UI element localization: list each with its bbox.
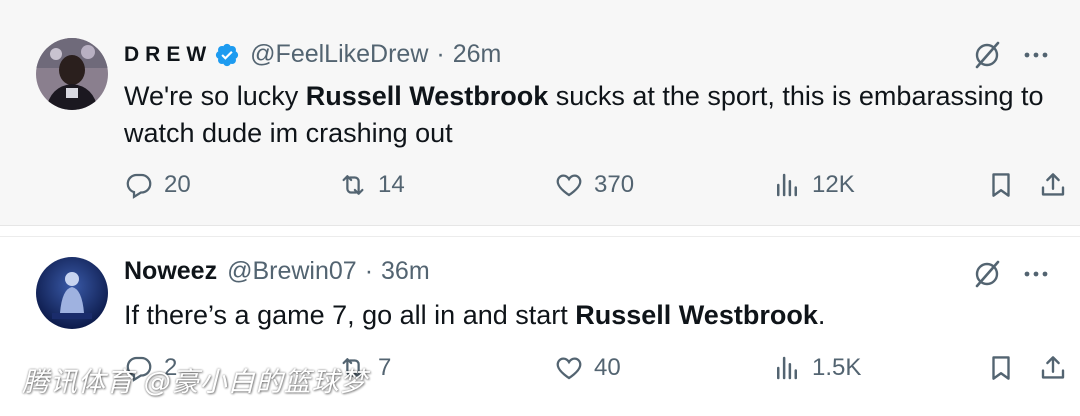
views-icon <box>777 173 797 197</box>
separator-dot: · <box>364 257 374 285</box>
verified-badge-icon <box>216 43 239 66</box>
tweet-card[interactable]: DREW @FeelLikeDrew · 26m We're so lucky … <box>0 0 1080 226</box>
tweet-text-part: We're so lucky <box>124 81 306 111</box>
share-icon <box>1041 356 1065 379</box>
repost-count: 7 <box>378 354 392 381</box>
grok-icon[interactable] <box>972 40 1002 70</box>
views-icon <box>777 356 797 380</box>
like-count: 370 <box>594 171 635 198</box>
tweet-header: DREW @FeelLikeDrew · 26m <box>124 40 501 69</box>
share-button[interactable] <box>1038 170 1068 200</box>
like-icon <box>556 357 582 380</box>
display-name[interactable]: Noweez <box>124 257 217 286</box>
display-name[interactable]: DREW <box>124 43 212 67</box>
timestamp[interactable]: 36m <box>381 257 430 286</box>
views-button[interactable]: 1.5K <box>772 353 861 383</box>
bookmark-button[interactable] <box>986 353 1016 383</box>
tweet-text-bold: Russell Westbrook <box>305 81 549 111</box>
like-button[interactable]: 370 <box>554 170 634 200</box>
bookmark-icon <box>992 173 1010 197</box>
user-handle[interactable]: @FeelLikeDrew <box>250 40 428 69</box>
reply-icon <box>126 173 152 199</box>
views-count: 1.5K <box>812 354 862 381</box>
tweet-text: We're so lucky Russell Westbrook sucks a… <box>124 78 1054 152</box>
tweet-actions: 20 14 370 12K <box>124 170 1065 210</box>
reply-count: 20 <box>164 171 191 198</box>
tweet-top-actions <box>972 40 1050 70</box>
user-handle[interactable]: @Brewin07 <box>227 257 357 286</box>
like-button[interactable]: 40 <box>554 353 621 383</box>
share-button[interactable] <box>1038 353 1068 383</box>
avatar-image <box>36 38 108 110</box>
timestamp[interactable]: 26m <box>453 40 502 69</box>
like-count: 40 <box>594 354 621 381</box>
tweet-text: If there’s a game 7, go all in and start… <box>124 297 1054 334</box>
views-button[interactable]: 12K <box>772 170 855 200</box>
like-icon <box>556 174 582 197</box>
more-icon[interactable] <box>1022 260 1050 288</box>
tweet-text-part: . <box>817 300 826 330</box>
repost-button[interactable]: 14 <box>338 170 405 200</box>
share-icon <box>1041 173 1065 196</box>
avatar[interactable] <box>36 257 108 329</box>
reply-button[interactable]: 20 <box>124 170 191 200</box>
bookmark-button[interactable] <box>986 170 1016 200</box>
tweet-top-actions <box>972 259 1050 289</box>
grok-icon[interactable] <box>972 259 1002 289</box>
repost-icon <box>342 175 364 195</box>
tweet-text-part: If there’s a game 7, go all in and start <box>124 300 576 330</box>
bookmark-icon <box>992 356 1010 380</box>
avatar[interactable] <box>36 38 108 110</box>
views-count: 12K <box>812 171 855 198</box>
avatar-image <box>36 257 108 329</box>
tweet-text-bold: Russell Westbrook <box>575 300 818 330</box>
tweet-header: Noweez @Brewin07 · 36m <box>124 257 430 286</box>
more-icon[interactable] <box>1022 41 1050 69</box>
watermark: 腾讯体育 @豪小白的篮球梦 <box>22 367 368 398</box>
repost-count: 14 <box>378 171 405 198</box>
separator-dot: · <box>436 40 445 68</box>
